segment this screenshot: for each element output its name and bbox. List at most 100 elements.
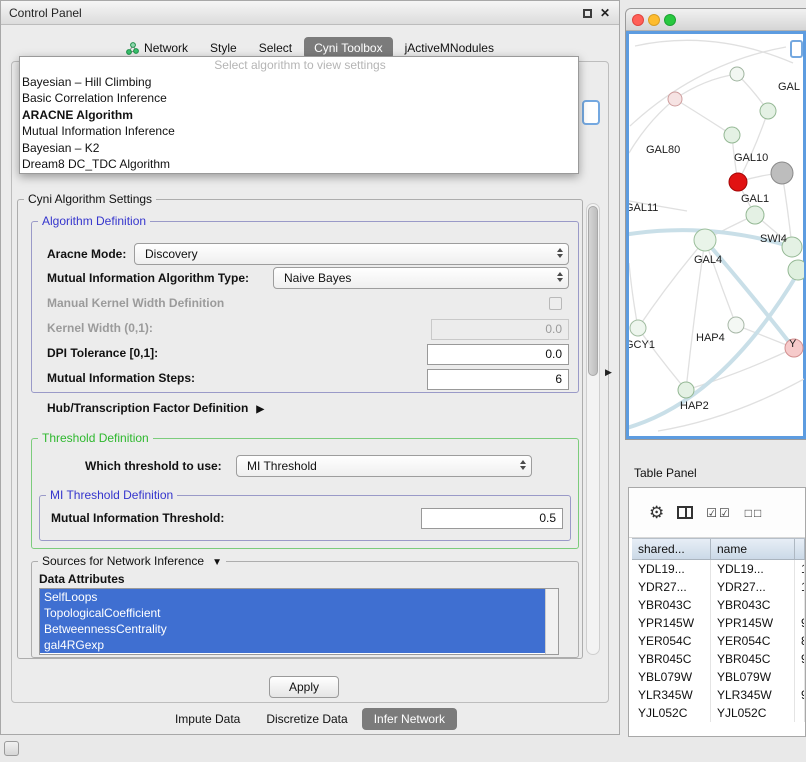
columns-icon[interactable] — [677, 506, 693, 519]
network-node[interactable] — [668, 92, 682, 106]
table-row[interactable]: YER054CYER054C8. — [632, 632, 805, 650]
data-attributes-list: SelfLoopsTopologicalCoefficientBetweenne… — [40, 589, 545, 653]
column-header[interactable] — [795, 539, 805, 559]
table-cell: YJL052C — [632, 704, 711, 722]
network-icon — [126, 42, 139, 55]
network-edge[interactable] — [629, 263, 638, 328]
network-view-window: GALGAL80GAL10GAL11GAL1SWI4GAL4GCY1HAP4YH… — [625, 8, 806, 440]
table-row[interactable]: YBR043CYBR043C — [632, 596, 805, 614]
node-label: GAL1 — [741, 193, 769, 205]
kernel-width-input[interactable]: 0.0 — [431, 319, 569, 340]
network-node[interactable] — [678, 382, 694, 398]
network-canvas[interactable]: GALGAL80GAL10GAL11GAL1SWI4GAL4GCY1HAP4YH… — [629, 34, 804, 438]
table-row[interactable]: YLR345WYLR345W9. — [632, 686, 805, 704]
table-cell — [795, 596, 805, 614]
algorithm-option[interactable]: Basic Correlation Inference — [20, 90, 578, 107]
data-attributes-listbox[interactable]: SelfLoopsTopologicalCoefficientBetweenne… — [39, 588, 559, 655]
tab-label: Style — [210, 41, 237, 55]
network-edge[interactable] — [675, 74, 737, 99]
sources-toggle[interactable]: Sources for Network Inference▼ — [38, 554, 226, 568]
hub-definition-toggle[interactable]: Hub/Transcription Factor Definition▶ — [47, 401, 264, 415]
table-row[interactable]: YDL19...YDL19...13 — [632, 560, 805, 578]
tab-discretize-data[interactable]: Discretize Data — [254, 708, 359, 730]
table-cell: YBR045C — [711, 650, 795, 668]
aracne-mode-select[interactable]: Discovery — [134, 243, 569, 265]
minimize-traffic-light[interactable] — [648, 14, 660, 26]
network-edge[interactable] — [638, 328, 686, 390]
network-edge[interactable] — [705, 240, 736, 325]
network-node[interactable] — [788, 260, 804, 280]
apply-button[interactable]: Apply — [269, 676, 339, 698]
node-table: shared...name YDL19...YDL19...13YDR27...… — [632, 538, 805, 736]
table-row[interactable]: YBL079WYBL079W — [632, 668, 805, 686]
tab-infer-network[interactable]: Infer Network — [362, 708, 457, 730]
algorithm-option[interactable]: Dream8 DC_TDC Algorithm — [20, 156, 578, 173]
table-cell: 9. — [795, 650, 805, 668]
selected-value: Discovery — [145, 247, 198, 261]
scrollbar-thumb[interactable] — [588, 206, 598, 376]
attribute-item[interactable]: BetweennessCentrality — [40, 621, 545, 637]
deselect-all-checkboxes-icon[interactable]: □□ — [745, 506, 764, 520]
settings-scrollbar[interactable] — [586, 203, 600, 655]
minimized-panel-icon[interactable] — [4, 741, 19, 756]
which-threshold-select[interactable]: MI Threshold — [236, 455, 532, 477]
table-cell — [795, 668, 805, 686]
select-all-checkboxes-icon[interactable]: ☑☑ — [706, 506, 732, 520]
mi-algorithm-type-select[interactable]: Naive Bayes — [273, 267, 569, 289]
close-icon[interactable]: ✕ — [600, 6, 610, 20]
table-cell: YBR045C — [632, 650, 711, 668]
attribute-item[interactable]: TopologicalCoefficient — [40, 605, 545, 621]
table-cell: YBR043C — [711, 596, 795, 614]
table-toolbar: ⚙ ☑☑ □□ — [629, 488, 805, 538]
algorithm-option[interactable]: Bayesian – Hill Climbing — [20, 74, 578, 91]
mi-steps-input[interactable]: 6 — [427, 369, 569, 390]
mi-threshold-input[interactable]: 0.5 — [421, 508, 563, 529]
list-scrollbar[interactable] — [545, 589, 558, 654]
control-panel-titlebar[interactable]: Control Panel ✕ — [1, 1, 619, 25]
desktop: Control Panel ✕ Network Style Select Cyn… — [0, 0, 806, 762]
attribute-item[interactable]: SelfLoops — [40, 589, 545, 605]
focused-control-fragment[interactable] — [582, 100, 600, 125]
node-label: HAP2 — [680, 400, 709, 412]
gear-icon[interactable]: ⚙ — [649, 503, 664, 523]
network-edge[interactable] — [635, 40, 793, 63]
network-node[interactable] — [729, 173, 747, 191]
table-row[interactable]: YDR27...YDR27...12 — [632, 578, 805, 596]
network-window-titlebar[interactable] — [626, 9, 806, 31]
node-label: GAL4 — [694, 254, 722, 266]
network-toolbar-fragment[interactable] — [790, 40, 803, 58]
manual-kernel-width-checkbox[interactable] — [549, 297, 562, 310]
network-node[interactable] — [728, 317, 744, 333]
network-node[interactable] — [630, 320, 646, 336]
network-node[interactable] — [694, 229, 716, 251]
close-traffic-light[interactable] — [632, 14, 644, 26]
algorithm-option[interactable]: Mutual Information Inference — [20, 123, 578, 140]
column-header[interactable]: name — [711, 539, 795, 559]
table-row[interactable]: YJL052CYJL052C — [632, 704, 805, 722]
tab-label: jActiveMNodules — [405, 41, 494, 55]
network-edge[interactable] — [675, 99, 732, 135]
network-node[interactable] — [760, 103, 776, 119]
column-header[interactable]: shared... — [632, 539, 711, 559]
network-node[interactable] — [746, 206, 764, 224]
panel-collapse-arrow[interactable]: ▶ — [605, 367, 612, 378]
network-node[interactable] — [730, 67, 744, 81]
group-title: Cyni Algorithm Settings — [24, 192, 156, 206]
table-cell: 9. — [795, 686, 805, 704]
algorithm-option[interactable]: ARACNE Algorithm — [20, 107, 578, 124]
table-cell: YDR27... — [632, 578, 711, 596]
node-label: SWI4 — [760, 233, 787, 245]
tab-impute-data[interactable]: Impute Data — [163, 708, 252, 730]
network-edge[interactable] — [738, 111, 768, 182]
table-row[interactable]: YPR145WYPR145W9. — [632, 614, 805, 632]
network-node[interactable] — [771, 162, 793, 184]
network-node[interactable] — [724, 127, 740, 143]
sources-title: Sources for Network Inference — [42, 554, 204, 568]
dpi-tolerance-input[interactable]: 0.0 — [427, 344, 569, 365]
network-canvas-container: GALGAL80GAL10GAL11GAL1SWI4GAL4GCY1HAP4YH… — [626, 31, 806, 439]
table-row[interactable]: YBR045CYBR045C9. — [632, 650, 805, 668]
zoom-traffic-light[interactable] — [664, 14, 676, 26]
float-window-icon[interactable] — [583, 9, 592, 18]
algorithm-option[interactable]: Bayesian – K2 — [20, 140, 578, 157]
attribute-item[interactable]: gal4RGexp — [40, 637, 545, 653]
